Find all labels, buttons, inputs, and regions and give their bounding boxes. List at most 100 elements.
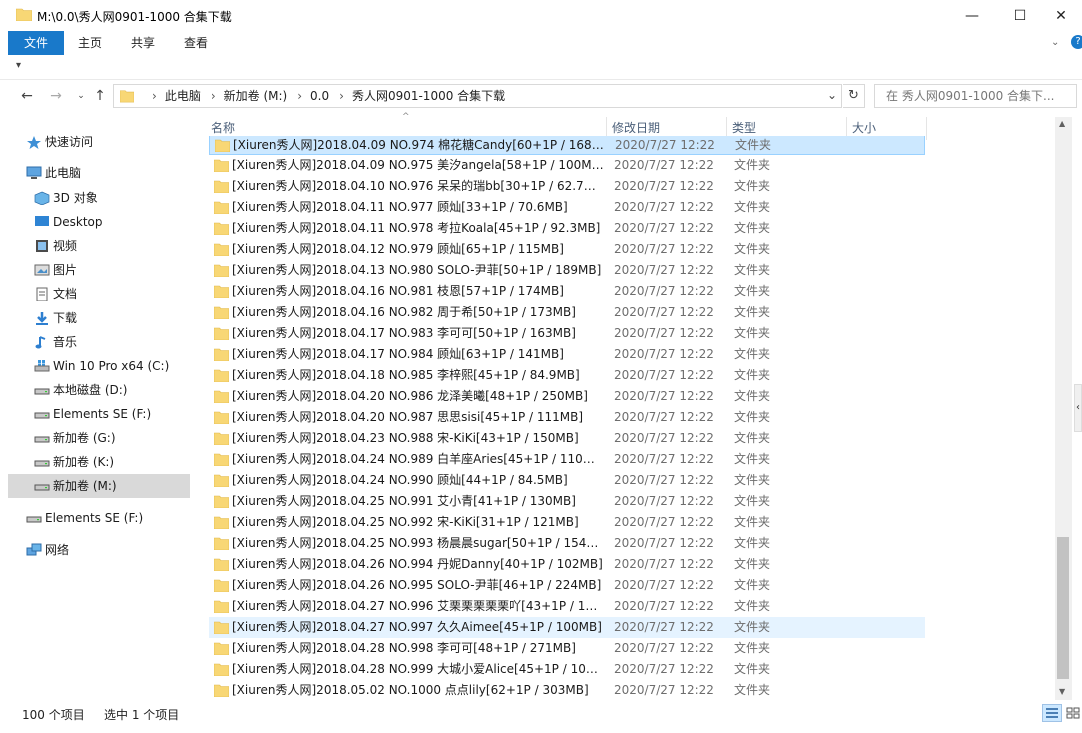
file-name: [Xiuren秀人网]2018.04.11 NO.977 顾灿[33+1P / … bbox=[232, 200, 568, 214]
up-button[interactable]: ↑ bbox=[90, 86, 110, 106]
file-type: 文件夹 bbox=[734, 368, 771, 382]
file-name: [Xiuren秀人网]2018.04.09 NO.974 棉花糖Candy[60… bbox=[233, 138, 605, 152]
sidebar-item[interactable]: 此电脑 bbox=[8, 161, 190, 185]
breadcrumb-separator[interactable]: › bbox=[339, 85, 344, 107]
tab-view[interactable]: 查看 bbox=[180, 31, 212, 55]
file-row[interactable]: [Xiuren秀人网]2018.04.17 NO.983 李可可[50+1P /… bbox=[209, 323, 925, 344]
file-row[interactable]: [Xiuren秀人网]2018.04.24 NO.990 顾灿[44+1P / … bbox=[209, 470, 925, 491]
file-type: 文件夹 bbox=[734, 578, 771, 592]
file-row[interactable]: [Xiuren秀人网]2018.04.28 NO.998 李可可[48+1P /… bbox=[209, 638, 925, 659]
file-row[interactable]: [Xiuren秀人网]2018.04.26 NO.995 SOLO-尹菲[46+… bbox=[209, 575, 925, 596]
sidebar-item[interactable]: 新加卷 (G:) bbox=[8, 426, 190, 450]
file-row[interactable]: [Xiuren秀人网]2018.04.27 NO.996 艾栗栗栗栗栗吖[43+… bbox=[209, 596, 925, 617]
address-dropdown-icon[interactable]: ⌄ bbox=[827, 88, 837, 102]
recent-locations-icon[interactable]: ⌄ bbox=[71, 86, 91, 106]
file-row[interactable]: [Xiuren秀人网]2018.04.27 NO.997 久久Aimee[45+… bbox=[209, 617, 925, 638]
file-row[interactable]: [Xiuren秀人网]2018.04.11 NO.977 顾灿[33+1P / … bbox=[209, 197, 925, 218]
folder-icon bbox=[214, 474, 229, 487]
file-name: [Xiuren秀人网]2018.04.16 NO.981 枝恩[57+1P / … bbox=[232, 284, 564, 298]
sidebar-item[interactable]: 3D 对象 bbox=[8, 186, 190, 210]
file-row[interactable]: [Xiuren秀人网]2018.04.18 NO.985 李梓熙[45+1P /… bbox=[209, 365, 925, 386]
scroll-thumb[interactable] bbox=[1057, 537, 1069, 679]
breadcrumb-this-pc[interactable]: 此电脑 bbox=[165, 85, 201, 107]
file-modified-date: 2020/7/27 12:22 bbox=[614, 494, 714, 508]
details-view-icon bbox=[1046, 708, 1058, 718]
file-type: 文件夹 bbox=[734, 326, 771, 340]
sidebar-item[interactable]: 音乐 bbox=[8, 330, 190, 354]
breadcrumb-current-folder[interactable]: 秀人网0901-1000 合集下载 bbox=[352, 85, 505, 107]
file-row[interactable]: [Xiuren秀人网]2018.05.02 NO.1000 点点lily[62+… bbox=[209, 680, 925, 698]
breadcrumb: › 此电脑 › 新加卷 (M:) › 0.0 › 秀人网0901-1000 合集… bbox=[142, 85, 505, 107]
file-modified-date: 2020/7/27 12:22 bbox=[614, 641, 714, 655]
file-row[interactable]: [Xiuren秀人网]2018.04.25 NO.992 宋-KiKi[31+1… bbox=[209, 512, 925, 533]
sidebar-item[interactable]: 视频 bbox=[8, 234, 190, 258]
file-row[interactable]: [Xiuren秀人网]2018.04.09 NO.974 棉花糖Candy[60… bbox=[209, 136, 925, 155]
details-view-button[interactable] bbox=[1042, 704, 1062, 722]
file-row[interactable]: [Xiuren秀人网]2018.04.20 NO.986 龙泽美曦[48+1P … bbox=[209, 386, 925, 407]
back-button[interactable]: ← bbox=[17, 86, 37, 106]
sidebar-item[interactable]: 本地磁盘 (D:) bbox=[8, 378, 190, 402]
scroll-up-icon[interactable]: ▲ bbox=[1059, 119, 1065, 128]
address-bar[interactable]: › 此电脑 › 新加卷 (M:) › 0.0 › 秀人网0901-1000 合集… bbox=[113, 84, 842, 108]
ribbon-expand-icon[interactable]: ⌄ bbox=[1051, 37, 1059, 48]
forward-button[interactable]: → bbox=[46, 86, 66, 106]
sidebar-item-label: Win 10 Pro x64 (C:) bbox=[53, 359, 170, 373]
customize-toolbar-icon[interactable]: ▾ bbox=[16, 60, 21, 71]
file-type: 文件夹 bbox=[734, 599, 771, 613]
file-type: 文件夹 bbox=[734, 158, 771, 172]
file-row[interactable]: [Xiuren秀人网]2018.04.25 NO.991 艾小青[41+1P /… bbox=[209, 491, 925, 512]
help-icon[interactable]: ? bbox=[1071, 35, 1082, 49]
sidebar-item[interactable]: 文档 bbox=[8, 282, 190, 306]
status-bar: 100 个项目 选中 1 个项目 bbox=[0, 700, 1082, 733]
file-row[interactable]: [Xiuren秀人网]2018.04.26 NO.994 丹妮Danny[40+… bbox=[209, 554, 925, 575]
file-modified-date: 2020/7/27 12:22 bbox=[614, 683, 714, 697]
panel-toggle-icon[interactable]: ‹ bbox=[1074, 384, 1082, 432]
sidebar-item[interactable]: Elements SE (F:) bbox=[8, 506, 190, 530]
folder-icon bbox=[214, 159, 229, 172]
file-row[interactable]: [Xiuren秀人网]2018.04.12 NO.979 顾灿[65+1P / … bbox=[209, 239, 925, 260]
sidebar-item[interactable]: 网络 bbox=[8, 538, 190, 562]
drive-icon bbox=[34, 412, 50, 419]
tab-share[interactable]: 共享 bbox=[127, 31, 159, 55]
file-row[interactable]: [Xiuren秀人网]2018.04.16 NO.982 周于希[50+1P /… bbox=[209, 302, 925, 323]
file-type: 文件夹 bbox=[734, 179, 771, 193]
file-row[interactable]: [Xiuren秀人网]2018.04.24 NO.989 白羊座Aries[45… bbox=[209, 449, 925, 470]
breadcrumb-drive-m[interactable]: 新加卷 (M:) bbox=[224, 85, 288, 107]
minimize-button[interactable]: — bbox=[949, 0, 995, 31]
large-icons-view-button[interactable] bbox=[1063, 704, 1082, 722]
refresh-button[interactable]: ↻ bbox=[843, 84, 865, 108]
file-row[interactable]: [Xiuren秀人网]2018.04.20 NO.987 思思sisi[45+1… bbox=[209, 407, 925, 428]
sidebar-item[interactable]: Desktop bbox=[8, 210, 190, 234]
file-name: [Xiuren秀人网]2018.04.27 NO.996 艾栗栗栗栗栗吖[43+… bbox=[232, 599, 604, 613]
file-row[interactable]: [Xiuren秀人网]2018.04.11 NO.978 考拉Koala[45+… bbox=[209, 218, 925, 239]
breadcrumb-separator[interactable]: › bbox=[211, 85, 216, 107]
file-type: 文件夹 bbox=[734, 641, 771, 655]
sidebar-item[interactable]: 新加卷 (M:) bbox=[8, 474, 190, 498]
scroll-down-icon[interactable]: ▼ bbox=[1059, 687, 1065, 696]
sidebar-item[interactable]: Elements SE (F:) bbox=[8, 402, 190, 426]
maximize-button[interactable]: ☐ bbox=[997, 0, 1043, 31]
file-row[interactable]: [Xiuren秀人网]2018.04.25 NO.993 杨晨晨sugar[50… bbox=[209, 533, 925, 554]
file-row[interactable]: [Xiuren秀人网]2018.04.28 NO.999 大城小爱Alice[4… bbox=[209, 659, 925, 680]
sidebar-item[interactable]: 快速访问 bbox=[8, 130, 190, 154]
file-name: [Xiuren秀人网]2018.04.11 NO.978 考拉Koala[45+… bbox=[232, 221, 601, 235]
sidebar-item[interactable]: 图片 bbox=[8, 258, 190, 282]
file-row[interactable]: [Xiuren秀人网]2018.04.23 NO.988 宋-KiKi[43+1… bbox=[209, 428, 925, 449]
file-row[interactable]: [Xiuren秀人网]2018.04.16 NO.981 枝恩[57+1P / … bbox=[209, 281, 925, 302]
sidebar-item-label: 新加卷 (M:) bbox=[53, 479, 117, 493]
file-type: 文件夹 bbox=[734, 473, 771, 487]
sidebar-item[interactable]: Win 10 Pro x64 (C:) bbox=[8, 354, 190, 378]
sidebar-item[interactable]: 下载 bbox=[8, 306, 190, 330]
sidebar-item[interactable]: 新加卷 (K:) bbox=[8, 450, 190, 474]
file-row[interactable]: [Xiuren秀人网]2018.04.09 NO.975 美汐angela[58… bbox=[209, 155, 925, 176]
file-row[interactable]: [Xiuren秀人网]2018.04.10 NO.976 呆呆的瑞bb[30+1… bbox=[209, 176, 925, 197]
file-row[interactable]: [Xiuren秀人网]2018.04.13 NO.980 SOLO-尹菲[50+… bbox=[209, 260, 925, 281]
breadcrumb-separator[interactable]: › bbox=[297, 85, 302, 107]
file-row[interactable]: [Xiuren秀人网]2018.04.17 NO.984 顾灿[63+1P / … bbox=[209, 344, 925, 365]
tab-file[interactable]: 文件 bbox=[8, 31, 64, 55]
vertical-scrollbar[interactable]: ▲ ▼ bbox=[1055, 117, 1072, 700]
tab-home[interactable]: 主页 bbox=[74, 31, 106, 55]
breadcrumb-folder-0-0[interactable]: 0.0 bbox=[310, 85, 329, 107]
search-input[interactable]: 在 秀人网0901-1000 合集下... bbox=[874, 84, 1077, 108]
close-button[interactable]: ✕ bbox=[1040, 0, 1082, 31]
